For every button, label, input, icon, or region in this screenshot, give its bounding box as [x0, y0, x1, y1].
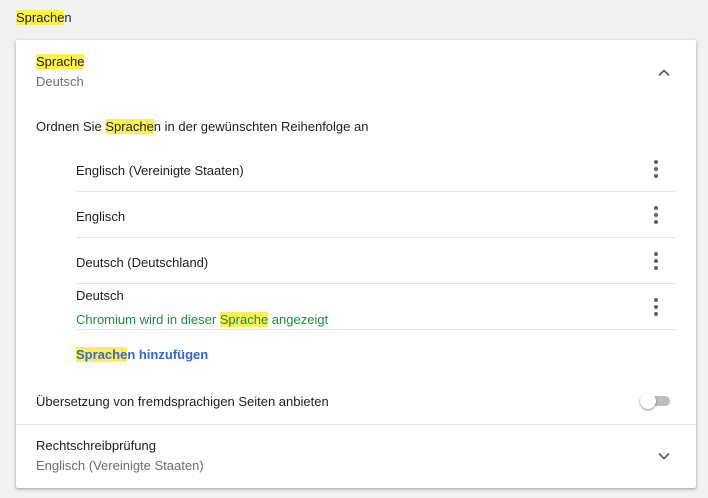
more-vert-icon[interactable]	[642, 292, 670, 322]
search-highlight: Sprache	[36, 54, 85, 69]
languages-card: Sprache Deutsch Ordnen Sie Sprachen in d…	[16, 40, 696, 488]
spellcheck-title: Rechtschreibprüfung	[36, 438, 156, 453]
chevron-up-icon[interactable]	[650, 59, 678, 87]
language-name: Englisch	[76, 209, 126, 224]
spellcheck-section-header[interactable]: Rechtschreibprüfung Englisch (Vereinigte…	[16, 424, 696, 488]
more-vert-icon[interactable]	[642, 200, 670, 230]
more-vert-icon[interactable]	[642, 246, 670, 276]
language-item: Deutsch (Deutschland)	[76, 238, 676, 284]
add-languages-button[interactable]: Sprachen hinzufügen	[76, 346, 208, 364]
settings-page: Sprachen Sprache Deutsch Ordnen Sie Spra…	[0, 0, 708, 498]
search-highlight: Sprache	[219, 312, 269, 327]
language-item: Englisch (Vereinigte Staaten)	[76, 146, 676, 192]
language-item: Englisch	[76, 192, 676, 238]
language-section-title: Sprache	[36, 53, 85, 71]
language-name: Deutsch (Deutschland)	[76, 255, 209, 270]
order-instructions: Ordnen Sie Sprachen in der gewünschten R…	[36, 119, 369, 134]
translate-toggle[interactable]	[640, 393, 672, 409]
translate-label: Übersetzung von fremdsprachigen Seiten a…	[36, 394, 329, 409]
search-highlight: Sprache	[105, 119, 154, 134]
chevron-down-icon[interactable]	[650, 442, 678, 470]
toggle-knob	[640, 393, 656, 409]
language-item: Deutsch Chromium wird in dieser Sprache …	[76, 284, 676, 330]
language-list: Englisch (Vereinigte Staaten) Englisch D…	[76, 146, 676, 330]
display-language-note: Chromium wird in dieser Sprache angezeig…	[76, 312, 329, 327]
current-language: Deutsch	[36, 74, 84, 89]
language-section-header[interactable]: Sprache Deutsch	[16, 40, 696, 102]
search-highlight: Sprache	[16, 10, 65, 25]
language-name: Englisch (Vereinigte Staaten)	[76, 163, 244, 178]
translate-setting-row: Übersetzung von fremdsprachigen Seiten a…	[16, 376, 696, 425]
more-vert-icon[interactable]	[642, 154, 670, 184]
spellcheck-language: Englisch (Vereinigte Staaten)	[36, 458, 204, 473]
language-name: Deutsch	[76, 288, 124, 303]
search-highlight: Sprache	[76, 347, 128, 362]
section-title: Sprachen	[16, 10, 72, 25]
